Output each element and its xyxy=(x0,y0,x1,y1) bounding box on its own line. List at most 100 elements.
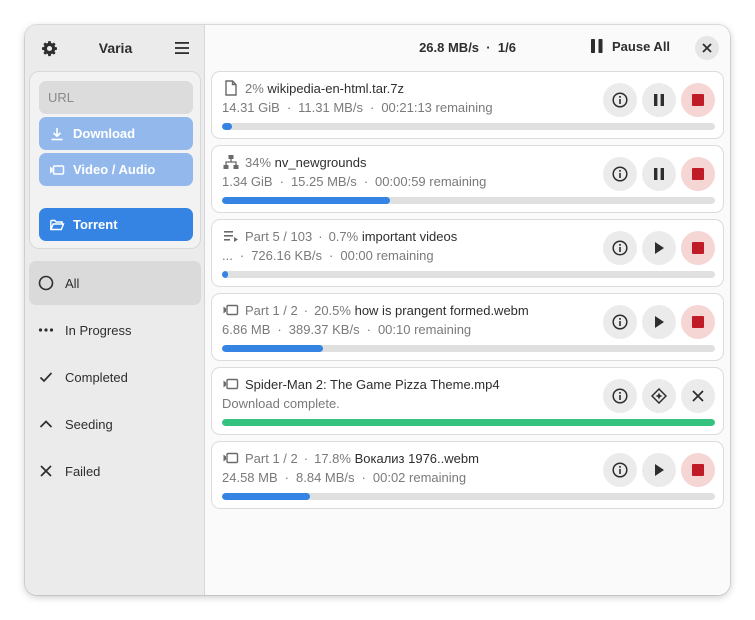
download-speed: 15.25 MB/s xyxy=(290,174,357,189)
compass-icon xyxy=(651,388,667,404)
download-remaining: 00:02 remaining xyxy=(372,470,467,485)
download-stats: 6.86 MB · 389.37 KB/s · 00:10 remaining xyxy=(222,322,472,337)
download-percent: 2% xyxy=(245,80,264,96)
pause-all-label: Pause All xyxy=(612,38,671,54)
download-item: Spider-Man 2: The Game Pizza Theme.mp4 D… xyxy=(211,367,724,435)
download-stats: 24.58 MB · 8.84 MB/s · 00:02 remaining xyxy=(222,470,467,485)
gear-icon[interactable] xyxy=(39,38,59,58)
pause-button[interactable] xyxy=(642,83,676,117)
progress-fill xyxy=(222,271,229,278)
stop-button[interactable] xyxy=(681,157,715,191)
filter-in-progress[interactable]: In Progress xyxy=(29,308,201,352)
sidebar-header: Varia xyxy=(25,25,204,71)
download-title-row: 2% wikipedia-en-html.tar.7z xyxy=(223,80,404,96)
download-title-row: Spider-Man 2: The Game Pizza Theme.mp4 xyxy=(223,376,500,392)
download-remaining: 00:00 remaining xyxy=(340,248,434,263)
download-title-row: Part 5 / 103 · 0.7% important videos xyxy=(223,228,457,244)
download-size: 6.86 MB xyxy=(222,322,271,337)
progress-fill xyxy=(222,123,232,130)
download-size: 14.31 GiB xyxy=(222,100,280,115)
download-title-row: 34% nv_newgrounds xyxy=(223,154,366,170)
download-status: Download complete. xyxy=(222,396,340,411)
file-icon xyxy=(223,80,239,96)
download-size: ... xyxy=(222,248,233,263)
hamburger-menu-icon[interactable] xyxy=(172,38,192,58)
download-name: important videos xyxy=(361,228,458,244)
pause-button[interactable] xyxy=(642,157,676,191)
stop-icon xyxy=(692,242,704,254)
download-speed: 389.37 KB/s xyxy=(288,322,360,337)
add-download-card: Download Video / Audio Torrent xyxy=(29,71,201,249)
filter-seeding[interactable]: Seeding xyxy=(29,402,201,446)
status-separator: · xyxy=(482,40,495,55)
progress-fill xyxy=(222,345,324,352)
main-pane: 26.8 MB/s · 1/6 Pause All 2% wikipedia-e… xyxy=(205,25,730,595)
circle-icon xyxy=(37,274,55,292)
info-button[interactable] xyxy=(603,453,637,487)
progress-fill xyxy=(222,419,715,426)
resume-button[interactable] xyxy=(642,231,676,265)
play-icon xyxy=(655,242,664,254)
info-button[interactable] xyxy=(603,305,637,339)
close-button[interactable] xyxy=(695,36,719,60)
remove-button[interactable] xyxy=(681,379,715,413)
stop-button[interactable] xyxy=(681,453,715,487)
stop-icon xyxy=(692,464,704,476)
video-icon xyxy=(223,450,239,466)
filter-failed[interactable]: Failed xyxy=(29,449,201,493)
progress-fill xyxy=(222,493,310,500)
download-item: Part 1 / 2 · 20.5% how is prangent formed… xyxy=(211,293,724,361)
filter-list: All In Progress Completed Seeding Failed xyxy=(29,261,201,496)
pause-icon xyxy=(591,39,603,53)
download-remaining: 00:21:13 remaining xyxy=(381,100,493,115)
dots-icon xyxy=(37,321,55,339)
download-name: how is prangent formed.webm xyxy=(354,302,529,318)
progress-bar xyxy=(222,493,715,500)
progress-fill xyxy=(222,197,390,204)
download-item: 34% nv_newgrounds 1.34 GiB · 15.25 MB/s · 00… xyxy=(211,145,724,213)
download-remaining: 00:10 remaining xyxy=(377,322,472,337)
download-percent: 20.5% xyxy=(314,302,351,318)
torrent-button[interactable]: Torrent xyxy=(39,208,193,241)
video-audio-button[interactable]: Video / Audio xyxy=(39,153,193,186)
open-location-button[interactable] xyxy=(642,379,676,413)
stop-button[interactable] xyxy=(681,83,715,117)
info-icon xyxy=(612,462,628,478)
resume-button[interactable] xyxy=(642,305,676,339)
info-icon xyxy=(612,240,628,256)
download-stats: 1.34 GiB · 15.25 MB/s · 00:00:59 remaining xyxy=(222,174,487,189)
filter-label: Seeding xyxy=(65,416,113,432)
filter-all[interactable]: All xyxy=(29,261,201,305)
info-icon xyxy=(612,388,628,404)
play-icon xyxy=(655,464,664,476)
info-button[interactable] xyxy=(603,83,637,117)
download-stats: ... · 726.16 KB/s · 00:00 remaining xyxy=(222,248,434,263)
download-name: Spider-Man 2: The Game Pizza Theme.mp4 xyxy=(245,376,500,392)
info-button[interactable] xyxy=(603,157,637,191)
filter-label: Failed xyxy=(65,463,101,479)
download-list: 2% wikipedia-en-html.tar.7z 14.31 GiB · 11… xyxy=(211,71,724,515)
info-button[interactable] xyxy=(603,231,637,265)
stop-button[interactable] xyxy=(681,231,715,265)
download-part: Part 1 / 2 xyxy=(245,450,298,466)
stop-icon xyxy=(692,168,704,180)
close-icon xyxy=(702,43,712,53)
stop-icon xyxy=(692,94,704,106)
download-remaining: 00:00:59 remaining xyxy=(375,174,487,189)
x-icon xyxy=(37,462,55,480)
download-button[interactable]: Download xyxy=(39,117,193,150)
download-size: 1.34 GiB xyxy=(222,174,273,189)
check-icon xyxy=(37,368,55,386)
x-icon xyxy=(692,390,704,402)
download-name: nv_newgrounds xyxy=(274,154,367,170)
torrent-button-label: Torrent xyxy=(73,217,118,232)
pause-all-button[interactable]: Pause All xyxy=(590,38,670,54)
pause-icon xyxy=(654,168,664,180)
filter-completed[interactable]: Completed xyxy=(29,355,201,399)
info-button[interactable] xyxy=(603,379,637,413)
url-input[interactable] xyxy=(39,81,193,114)
resume-button[interactable] xyxy=(642,453,676,487)
playlist-icon xyxy=(223,228,239,244)
download-size: 24.58 MB xyxy=(222,470,278,485)
stop-button[interactable] xyxy=(681,305,715,339)
